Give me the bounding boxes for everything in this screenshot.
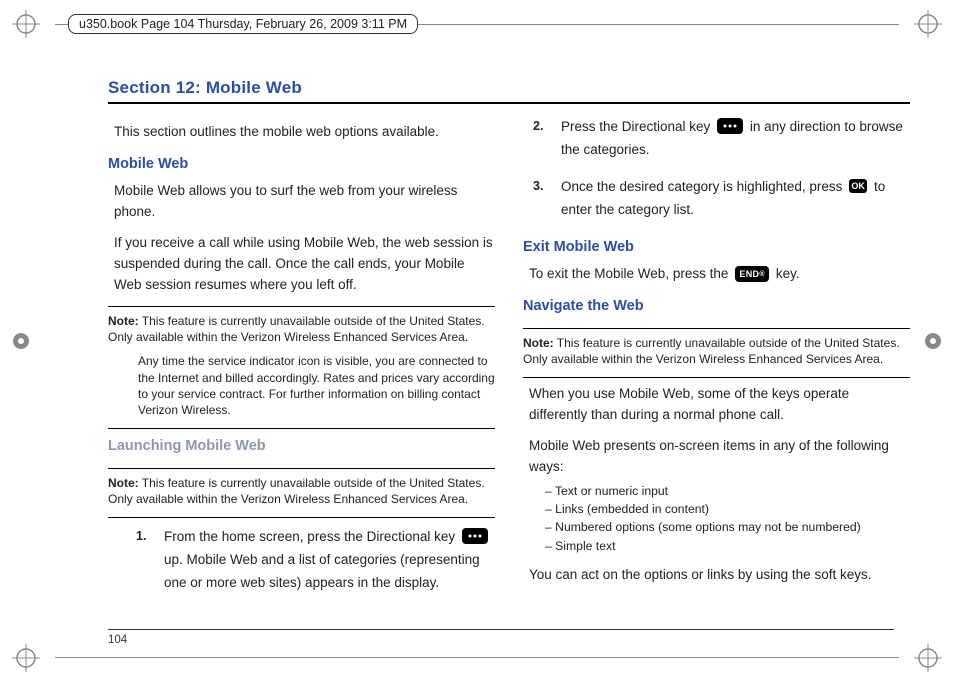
list-item: Simple text — [545, 537, 910, 555]
step-number: 2. — [533, 116, 543, 137]
heading-navigate: Navigate the Web — [523, 295, 910, 317]
step-number: 3. — [533, 176, 543, 197]
rule — [108, 468, 495, 469]
text: To exit the Mobile Web, press the — [529, 266, 732, 281]
crop-mark-icon — [914, 644, 942, 672]
list-item: Links (embedded in content) — [545, 500, 910, 518]
rule — [523, 377, 910, 378]
note-block: Note: This feature is currently unavaila… — [108, 475, 495, 507]
page-content: Section 12: Mobile Web This section outl… — [108, 78, 910, 622]
step-text: Once the desired category is highlighted… — [561, 179, 846, 194]
crop-mark-icon — [914, 10, 942, 38]
paragraph: When you use Mobile Web, some of the key… — [529, 384, 910, 426]
end-key-icon: END® — [735, 266, 769, 282]
heading-launching: Launching Mobile Web — [108, 435, 495, 457]
step-item: 2. Press the Directional key in any dire… — [533, 116, 910, 162]
rule — [108, 517, 495, 518]
heading-exit: Exit Mobile Web — [523, 236, 910, 258]
page-number: 104 — [108, 634, 127, 646]
step-list: 2. Press the Directional key in any dire… — [533, 116, 910, 222]
crop-mark-icon — [12, 10, 40, 38]
step-list: 1. From the home screen, press the Direc… — [136, 526, 495, 595]
rule — [108, 306, 495, 307]
note-block: Note: This feature is currently unavaila… — [108, 313, 495, 418]
left-column: This section outlines the mobile web opt… — [108, 116, 495, 609]
two-column-layout: This section outlines the mobile web opt… — [108, 116, 910, 609]
note-block: Note: This feature is currently unavaila… — [523, 335, 910, 367]
paragraph: Mobile Web allows you to surf the web fr… — [114, 181, 495, 223]
note-text: This feature is currently unavailable ou… — [108, 314, 485, 344]
directional-key-icon — [462, 528, 488, 544]
note-label: Note: — [108, 314, 139, 328]
step-text: Press the Directional key — [561, 119, 714, 134]
paragraph: Mobile Web presents on-screen items in a… — [529, 436, 910, 478]
note-label: Note: — [108, 476, 139, 490]
note-text: This feature is currently unavailable ou… — [108, 476, 485, 506]
right-column: 2. Press the Directional key in any dire… — [523, 116, 910, 609]
note-label: Note: — [523, 336, 554, 350]
ok-key-icon: OK — [849, 179, 867, 193]
step-number: 1. — [136, 526, 146, 547]
intro-text: This section outlines the mobile web opt… — [114, 122, 495, 143]
rule — [523, 328, 910, 329]
directional-key-icon — [717, 118, 743, 134]
crop-mark-icon — [12, 644, 40, 672]
crop-side-icon — [10, 330, 32, 352]
dash-list: Text or numeric input Links (embedded in… — [545, 482, 910, 555]
section-title: Section 12: Mobile Web — [108, 78, 910, 98]
paragraph: You can act on the options or links by u… — [529, 565, 910, 586]
title-rule — [108, 102, 910, 104]
footer-rule — [108, 629, 894, 630]
paragraph: To exit the Mobile Web, press the END® k… — [529, 264, 910, 285]
list-item: Text or numeric input — [545, 482, 910, 500]
note-text: Any time the service indicator icon is v… — [138, 353, 495, 418]
text: key. — [776, 266, 800, 281]
step-item: 1. From the home screen, press the Direc… — [136, 526, 495, 595]
crop-side-icon — [922, 330, 944, 352]
heading-mobile-web: Mobile Web — [108, 153, 495, 175]
step-text: From the home screen, press the Directio… — [164, 529, 459, 544]
note-text: This feature is currently unavailable ou… — [523, 336, 900, 366]
frame-line — [55, 657, 899, 658]
framemaker-header: u350.book Page 104 Thursday, February 26… — [68, 14, 418, 34]
step-item: 3. Once the desired category is highligh… — [533, 176, 910, 222]
list-item: Numbered options (some options may not b… — [545, 518, 910, 536]
rule — [108, 428, 495, 429]
step-text: up. Mobile Web and a list of categories … — [164, 552, 480, 590]
paragraph: If you receive a call while using Mobile… — [114, 233, 495, 296]
